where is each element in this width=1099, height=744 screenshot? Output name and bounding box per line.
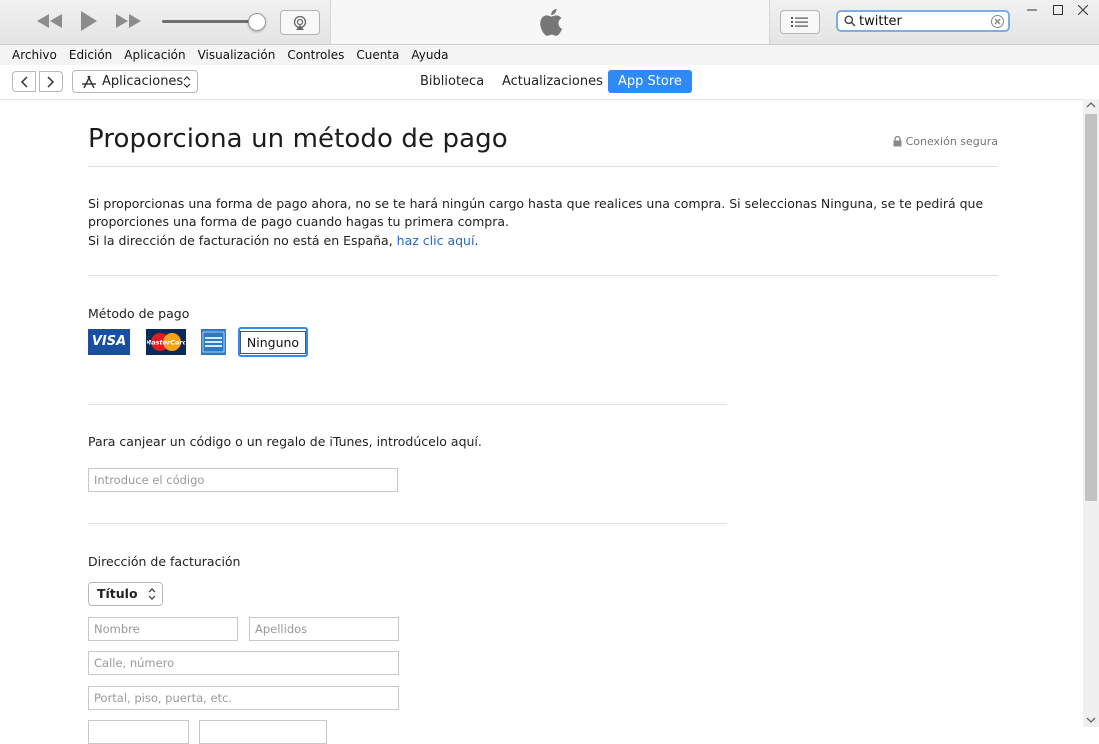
divider (88, 275, 998, 276)
secure-connection-label: Conexión segura (905, 135, 998, 148)
chevron-right-icon (47, 75, 55, 88)
player-toolbar (0, 0, 1099, 45)
menu-edicion[interactable]: Edición (69, 48, 112, 62)
up-next-button[interactable] (780, 10, 820, 34)
portal-input[interactable] (88, 686, 399, 710)
nav-bar: Aplicaciones Biblioteca Actualizaciones … (0, 65, 1099, 100)
apple-logo-icon (540, 8, 562, 36)
search-icon (844, 15, 856, 27)
rewind-icon (37, 14, 62, 28)
amex-option[interactable] (201, 329, 226, 355)
street-input[interactable] (88, 651, 399, 675)
rewind-button[interactable] (36, 10, 64, 32)
billing-country-note-text: Si la dirección de facturación no está e… (88, 233, 393, 248)
mastercard-logo: MasterCard (147, 333, 185, 351)
visa-option[interactable]: VISA (88, 329, 130, 355)
menu-visualizacion[interactable]: Visualización (198, 48, 276, 62)
menu-archivo[interactable]: Archivo (12, 48, 57, 62)
media-kind-label: Aplicaciones (102, 74, 184, 89)
fast-forward-button[interactable] (114, 10, 142, 32)
redeem-code-input[interactable] (88, 468, 398, 492)
intro-text-line1: Si proporcionas una forma de pago ahora,… (88, 196, 984, 211)
postal-code-input[interactable] (88, 720, 189, 744)
redeem-label: Para canjear un código o un regalo de iT… (88, 434, 482, 449)
clear-search-icon[interactable] (991, 15, 1004, 28)
menu-cuenta[interactable]: Cuenta (356, 48, 399, 62)
billing-country-link[interactable]: haz clic aquí (397, 233, 475, 248)
lock-icon (893, 136, 902, 147)
menu-bar: Archivo Edición Aplicación Visualización… (0, 45, 1099, 65)
search-input[interactable] (859, 13, 989, 29)
menu-ayuda[interactable]: Ayuda (411, 48, 448, 62)
billing-address-label: Dirección de facturación (88, 554, 241, 569)
fast-forward-icon (116, 14, 141, 28)
amex-logo (202, 331, 225, 353)
last-name-input[interactable] (249, 617, 399, 641)
list-icon (791, 17, 808, 27)
city-input[interactable] (199, 720, 327, 744)
first-name-input[interactable] (88, 617, 238, 641)
maximize-button[interactable] (1048, 2, 1068, 18)
forward-button[interactable] (39, 71, 63, 92)
none-payment-option[interactable]: Ninguno (238, 327, 308, 357)
tab-actualizaciones[interactable]: Actualizaciones (492, 70, 613, 93)
none-payment-label: Ninguno (239, 330, 307, 354)
now-playing-display (330, 0, 770, 44)
menu-controles[interactable]: Controles (287, 48, 344, 62)
maximize-icon (1053, 5, 1063, 15)
minimize-button[interactable] (1022, 2, 1042, 18)
airplay-button[interactable] (280, 10, 320, 35)
tab-biblioteca[interactable]: Biblioteca (410, 70, 494, 93)
divider (88, 523, 727, 524)
billing-country-note-tail: . (474, 233, 479, 248)
scroll-up-icon[interactable] (1086, 101, 1096, 109)
svg-text:MasterCard: MasterCard (147, 339, 185, 347)
billing-country-note: Si la dirección de facturación no está e… (88, 232, 478, 250)
tab-app-store[interactable]: App Store (608, 70, 692, 93)
media-kind-select[interactable]: Aplicaciones (72, 70, 198, 93)
divider (88, 404, 727, 405)
search-field[interactable] (836, 10, 1010, 32)
payment-method-label: Método de pago (88, 306, 190, 321)
updown-chevron-icon (183, 76, 191, 88)
play-icon (81, 11, 97, 31)
airplay-icon (293, 15, 307, 30)
divider (88, 166, 998, 167)
mastercard-option[interactable]: MasterCard (146, 329, 186, 355)
scrollbar-thumb[interactable] (1085, 114, 1097, 501)
scroll-down-icon[interactable] (1086, 716, 1096, 724)
minimize-icon (1027, 9, 1037, 11)
volume-slider[interactable] (162, 20, 258, 23)
close-button[interactable] (1073, 2, 1093, 18)
title-select-value: Título (97, 586, 138, 601)
menu-aplicacion[interactable]: Aplicación (124, 48, 185, 62)
page-title: Proporciona un método de pago (88, 124, 508, 154)
secure-connection-badge: Conexión segura (893, 135, 998, 148)
play-button[interactable] (78, 10, 100, 32)
close-icon (1078, 5, 1088, 15)
back-button[interactable] (12, 71, 36, 92)
app-store-icon (82, 75, 96, 88)
title-select[interactable]: Título (88, 582, 163, 606)
volume-slider-knob[interactable] (248, 13, 266, 31)
chevron-left-icon (20, 75, 28, 88)
updown-chevron-icon (148, 588, 156, 600)
intro-text-line2: proporciones una forma de pago cuando ha… (88, 214, 509, 229)
